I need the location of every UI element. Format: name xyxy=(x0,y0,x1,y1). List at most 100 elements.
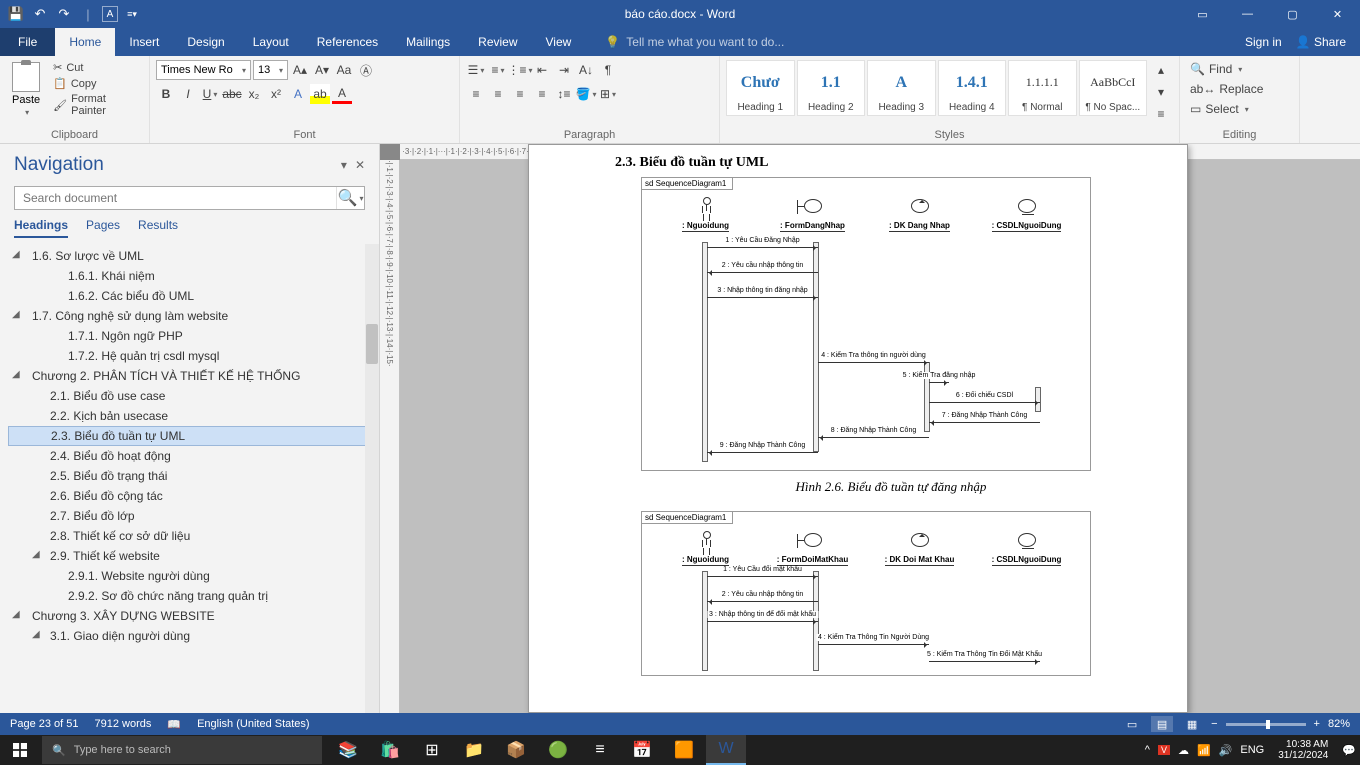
taskbar-search[interactable]: 🔍 Type here to search xyxy=(42,736,322,764)
nav-heading-item[interactable]: 2.8. Thiết kế cơ sở dữ liệu xyxy=(8,526,373,546)
document-area[interactable]: ·3·|·2·|·1·|···|·1·|·2·|·3·|·4·|·5·|·6·|… xyxy=(380,144,1360,713)
replace-button[interactable]: ab↔ Replace xyxy=(1186,80,1267,98)
nav-heading-item[interactable]: 1.7.2. Hệ quản trị csdl mysql xyxy=(8,346,373,366)
copy-button[interactable]: 📋 Copy xyxy=(50,76,143,91)
tab-file[interactable]: File xyxy=(0,28,55,56)
tell-me-search[interactable]: 💡 Tell me what you want to do... xyxy=(605,35,784,49)
tray-volume-icon[interactable]: 🔊 xyxy=(1219,744,1233,757)
italic-button[interactable]: I xyxy=(178,84,198,104)
tray-onedrive-icon[interactable]: ☁ xyxy=(1178,744,1189,757)
share-button[interactable]: 👤 Share xyxy=(1296,35,1346,49)
vertical-ruler[interactable]: ·|·1·|·2·|·3·|·4·|·5·|·6·|·7·|·8·|·9·|·1… xyxy=(380,160,400,713)
zoom-level[interactable]: 82% xyxy=(1328,718,1350,730)
nav-heading-item[interactable]: 2.3. Biểu đồ tuần tự UML xyxy=(8,426,373,446)
nav-heading-item[interactable]: 2.2. Kịch bản usecase xyxy=(8,406,373,426)
paste-button[interactable]: Paste ▾ xyxy=(6,60,46,119)
nav-search-icon[interactable]: 🔍▾ xyxy=(336,187,364,209)
start-button[interactable] xyxy=(0,735,40,765)
nav-heading-item[interactable]: 2.9.2. Sơ đồ chức năng trang quản trị xyxy=(8,586,373,606)
file-explorer-icon[interactable]: 📁 xyxy=(454,735,494,765)
tab-layout[interactable]: Layout xyxy=(239,28,303,56)
line-spacing-icon[interactable]: ↕≡ xyxy=(554,84,574,104)
align-center-icon[interactable]: ≡ xyxy=(488,84,508,104)
document-page[interactable]: 2.3. Biểu đồ tuần tự UML sd SequenceDiag… xyxy=(528,144,1188,713)
tab-mailings[interactable]: Mailings xyxy=(392,28,464,56)
style-heading-2[interactable]: 1.1Heading 2 xyxy=(797,60,866,116)
task-app-2[interactable]: 🛍️ xyxy=(370,735,410,765)
select-button[interactable]: ▭ Select ▾ xyxy=(1186,100,1267,118)
xampp-icon[interactable]: 🟧 xyxy=(664,735,704,765)
nav-heading-item[interactable]: 2.7. Biểu đồ lớp xyxy=(8,506,373,526)
zoom-slider[interactable] xyxy=(1226,723,1306,726)
tray-network-icon[interactable]: 📶 xyxy=(1197,744,1211,757)
style-heading-1[interactable]: ChươHeading 1 xyxy=(726,60,795,116)
nav-heading-item[interactable]: ◢3.1. Giao diện người dùng xyxy=(8,626,373,646)
print-layout-icon[interactable]: ▤ xyxy=(1151,716,1173,732)
bold-button[interactable]: B xyxy=(156,84,176,104)
nav-heading-item[interactable]: ◢Chương 3. XÂY DỰNG WEBSITE xyxy=(8,606,373,626)
strikethrough-button[interactable]: abc xyxy=(222,84,242,104)
zoom-in-icon[interactable]: + xyxy=(1314,718,1320,730)
underline-button[interactable]: U▾ xyxy=(200,84,220,104)
bullets-icon[interactable]: ☰▾ xyxy=(466,60,486,80)
format-painter-button[interactable]: 🖌 Format Painter xyxy=(50,92,143,118)
justify-icon[interactable]: ≡ xyxy=(532,84,552,104)
align-right-icon[interactable]: ≡ xyxy=(510,84,530,104)
nav-tab-results[interactable]: Results xyxy=(138,218,178,238)
ribbon-options-icon[interactable]: ▭ xyxy=(1180,0,1225,28)
nav-heading-item[interactable]: ◢2.9. Thiết kế website xyxy=(8,546,373,566)
find-button[interactable]: 🔍 Find ▾ xyxy=(1186,60,1267,78)
shrink-font-icon[interactable]: A▾ xyxy=(312,60,332,80)
read-mode-icon[interactable]: ▭ xyxy=(1121,716,1143,732)
nav-search-box[interactable]: 🔍▾ xyxy=(14,186,365,210)
maximize-icon[interactable]: ▢ xyxy=(1270,0,1315,28)
font-name-combo[interactable]: Times New Ro▾ xyxy=(156,60,251,80)
nav-heading-item[interactable]: 2.9.1. Website người dùng xyxy=(8,566,373,586)
redo-icon[interactable]: ↷ xyxy=(54,4,74,24)
highlight-icon[interactable]: ab xyxy=(310,84,330,104)
borders-icon[interactable]: ⊞▾ xyxy=(598,84,618,104)
text-effects-icon[interactable]: A xyxy=(288,84,308,104)
vscode-icon[interactable]: ≡ xyxy=(580,735,620,765)
numbering-icon[interactable]: ≡▾ xyxy=(488,60,508,80)
task-view-icon[interactable]: ⊞ xyxy=(412,735,452,765)
style--no-spac-[interactable]: AaBbCcI¶ No Spac... xyxy=(1079,60,1148,116)
tray-app-icon[interactable]: V xyxy=(1158,745,1170,755)
grow-font-icon[interactable]: A▴ xyxy=(290,60,310,80)
task-app-4[interactable]: 🟢 xyxy=(538,735,578,765)
page-indicator[interactable]: Page 23 of 51 xyxy=(10,718,79,730)
multilevel-icon[interactable]: ⋮≡▾ xyxy=(510,60,530,80)
text-select-icon[interactable]: A xyxy=(102,6,118,22)
web-layout-icon[interactable]: ▦ xyxy=(1181,716,1203,732)
nav-heading-item[interactable]: 1.7.1. Ngôn ngữ PHP xyxy=(8,326,373,346)
nav-heading-item[interactable]: ◢Chương 2. PHÂN TÍCH VÀ THIẾT KẾ HỆ THỐN… xyxy=(8,366,373,386)
tab-view[interactable]: View xyxy=(532,28,586,56)
task-app-3[interactable]: 📦 xyxy=(496,735,536,765)
tab-references[interactable]: References xyxy=(303,28,392,56)
align-left-icon[interactable]: ≡ xyxy=(466,84,486,104)
tab-insert[interactable]: Insert xyxy=(115,28,173,56)
font-size-combo[interactable]: 13▾ xyxy=(253,60,288,80)
zoom-out-icon[interactable]: − xyxy=(1211,718,1217,730)
qat-more-icon[interactable]: ≡▾ xyxy=(122,4,142,24)
tray-language[interactable]: ENG xyxy=(1240,744,1264,756)
nav-heading-item[interactable]: 1.6.2. Các biểu đồ UML xyxy=(8,286,373,306)
style-heading-3[interactable]: AHeading 3 xyxy=(867,60,936,116)
tab-design[interactable]: Design xyxy=(173,28,238,56)
tray-chevron-icon[interactable]: ^ xyxy=(1145,744,1150,756)
sort-icon[interactable]: A↓ xyxy=(576,60,596,80)
subscript-button[interactable]: x₂ xyxy=(244,84,264,104)
task-app-1[interactable]: 📚 xyxy=(328,735,368,765)
clear-format-icon[interactable]: Ⓐ xyxy=(356,60,376,80)
close-icon[interactable]: ✕ xyxy=(1315,0,1360,28)
style--normal[interactable]: 1.1.1.1¶ Normal xyxy=(1008,60,1077,116)
cut-button[interactable]: ✂ Cut xyxy=(50,60,143,75)
task-app-5[interactable]: 📅 xyxy=(622,735,662,765)
superscript-button[interactable]: x² xyxy=(266,84,286,104)
tray-clock[interactable]: 10:38 AM 31/12/2024 xyxy=(1272,739,1334,761)
decrease-indent-icon[interactable]: ⇤ xyxy=(532,60,552,80)
nav-heading-item[interactable]: 2.1. Biểu đồ use case xyxy=(8,386,373,406)
nav-search-input[interactable] xyxy=(15,187,336,209)
shading-icon[interactable]: 🪣▾ xyxy=(576,84,596,104)
nav-dropdown-icon[interactable]: ▾ xyxy=(341,158,347,172)
